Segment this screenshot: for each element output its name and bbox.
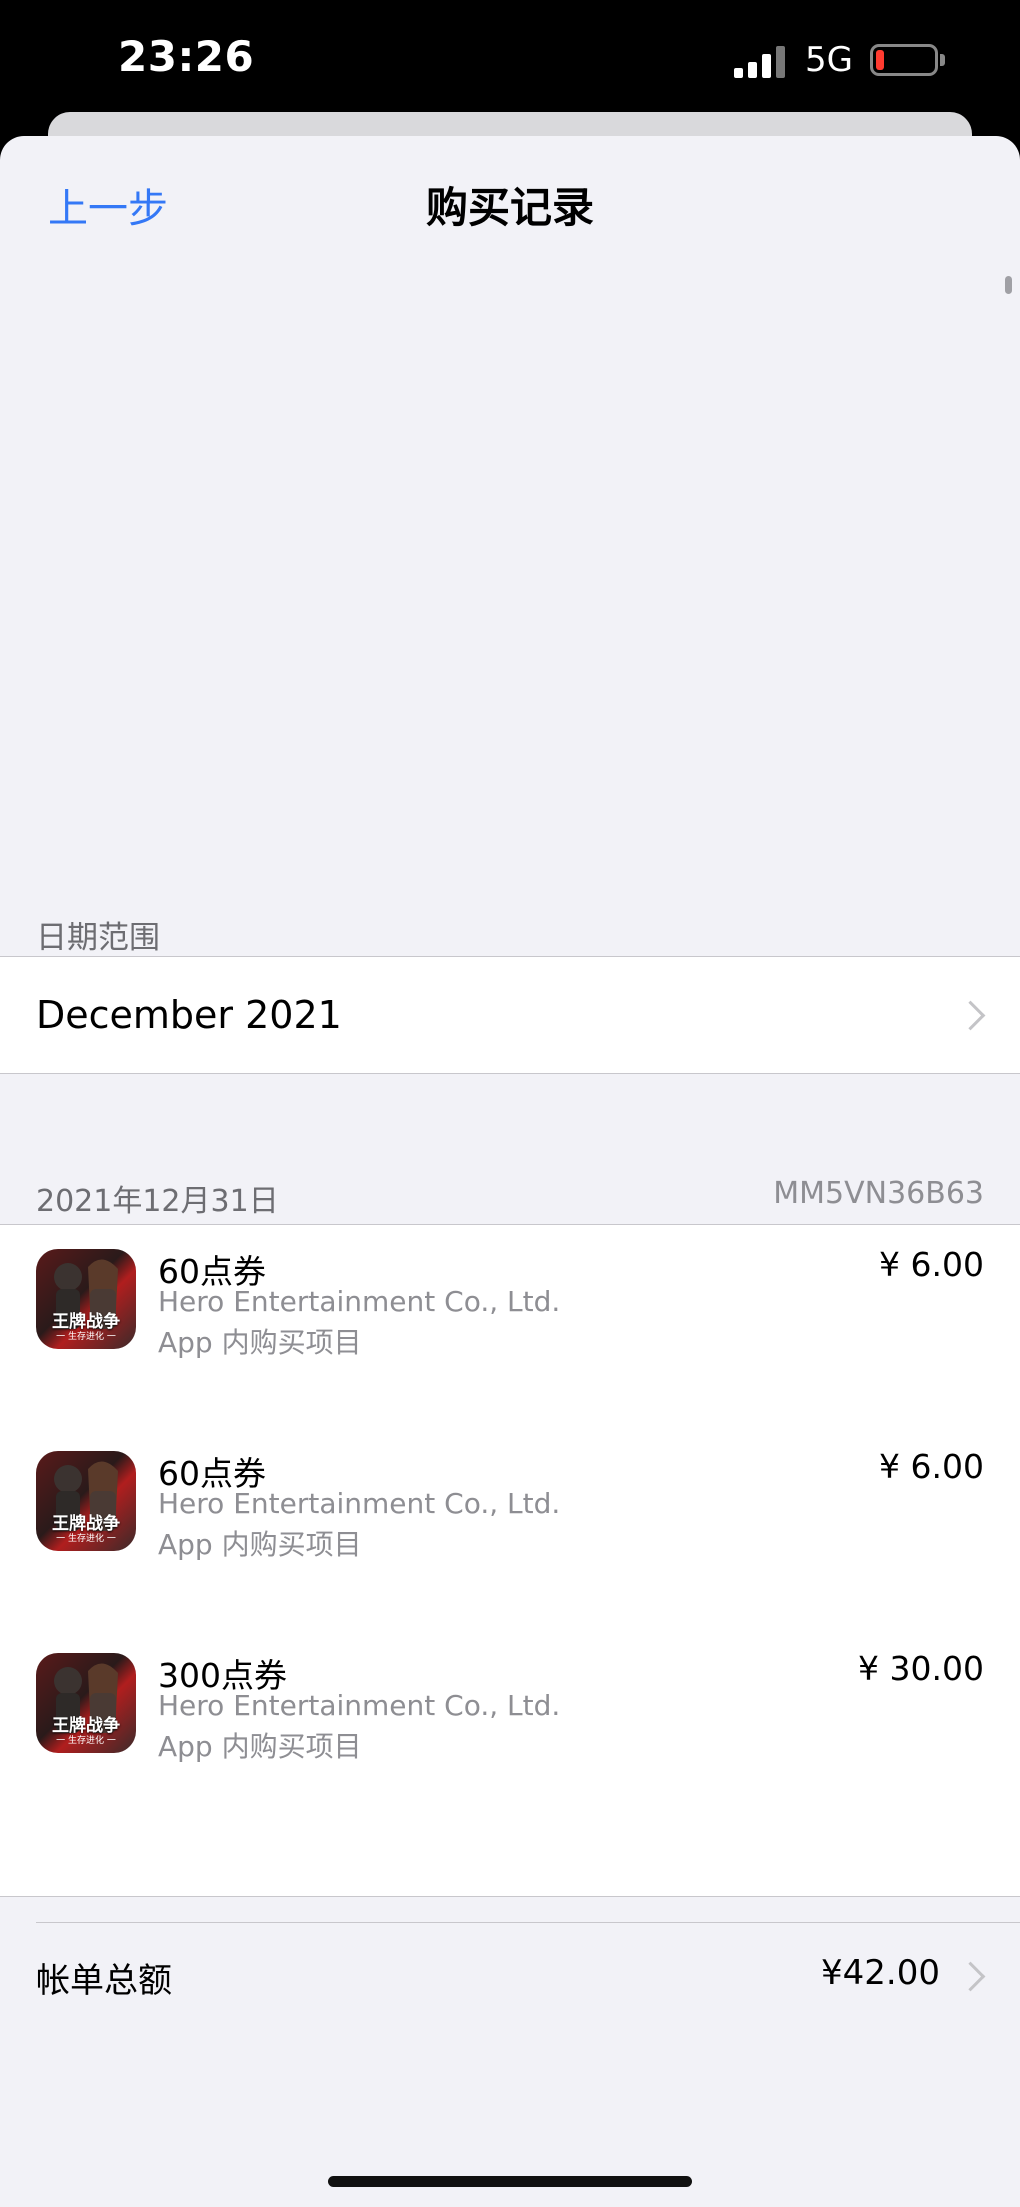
transaction-date: 2021年12月31日 (36, 1184, 279, 1219)
signal-icon (734, 46, 785, 78)
item-type: App 内购买项目 (158, 1528, 362, 1561)
item-developer: Hero Entertainment Co., Ltd. (158, 1487, 561, 1520)
network-label: 5G (805, 40, 853, 80)
date-range-row[interactable]: December 2021 (0, 956, 1020, 1074)
item-type: App 内购买项目 (158, 1730, 362, 1763)
list-item[interactable]: 王牌战争 一 生存进化 一 300点券 Hero Entertainment C… (0, 1629, 1020, 1831)
date-range-value: December 2021 (36, 993, 342, 1037)
app-icon: 王牌战争 一 生存进化 一 (36, 1249, 136, 1349)
app-icon: 王牌战争 一 生存进化 一 (36, 1653, 136, 1753)
home-indicator (328, 2176, 692, 2187)
transaction-items: 王牌战争 一 生存进化 一 60点券 Hero Entertainment Co… (0, 1224, 1020, 1897)
item-price: ¥ 6.00 (879, 1447, 984, 1486)
order-id[interactable]: MM5VN36B63 (773, 1176, 984, 1211)
item-price: ¥ 30.00 (858, 1649, 984, 1688)
total-label[interactable]: 帐单总额 (36, 1953, 172, 2002)
status-time: 23:26 (118, 32, 255, 81)
total-value[interactable]: ¥42.00 (821, 1953, 940, 1993)
page-title: 购买记录 (425, 183, 594, 232)
date-range-label: 日期范围 (36, 920, 160, 956)
item-price: ¥ 6.00 (879, 1245, 984, 1284)
battery-icon (870, 44, 938, 76)
status-bar: 23:26 5G (0, 0, 1020, 110)
chevron-right-icon (955, 1000, 986, 1031)
item-developer: Hero Entertainment Co., Ltd. (158, 1285, 561, 1318)
divider (36, 1922, 1020, 1923)
list-item[interactable]: 王牌战争 一 生存进化 一 60点券 Hero Entertainment Co… (0, 1427, 1020, 1629)
list-item[interactable]: 王牌战争 一 生存进化 一 60点券 Hero Entertainment Co… (0, 1225, 1020, 1427)
item-developer: Hero Entertainment Co., Ltd. (158, 1689, 561, 1722)
app-icon: 王牌战争 一 生存进化 一 (36, 1451, 136, 1551)
scroll-indicator (1005, 276, 1012, 294)
item-type: App 内购买项目 (158, 1326, 362, 1359)
